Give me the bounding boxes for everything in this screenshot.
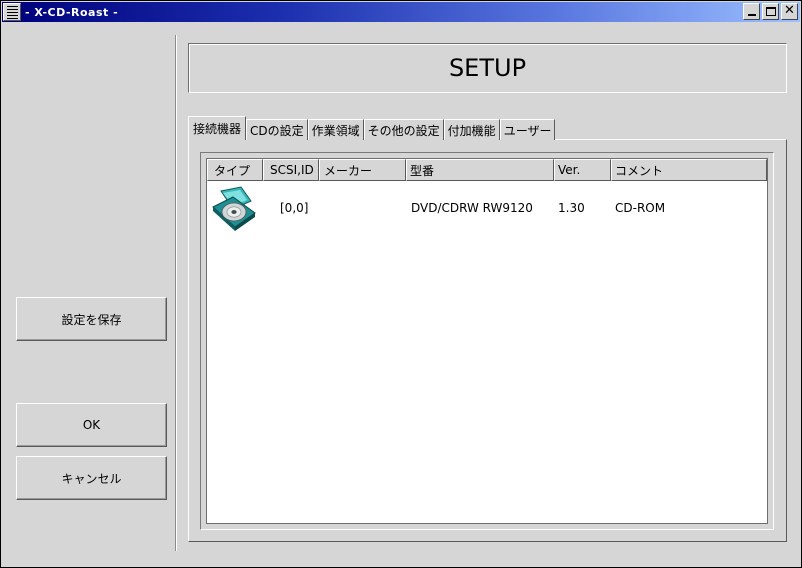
device-list[interactable]: タイプ SCSI,ID メーカー 型番 Ver. コメント [0,0] DVD/… (206, 158, 768, 524)
tab-other-settings[interactable]: その他の設定 (363, 119, 444, 140)
save-settings-button[interactable]: 設定を保存 (16, 297, 167, 341)
column-header-vendor[interactable]: メーカー (319, 159, 406, 181)
tab-users-label: ユーザー (503, 123, 552, 138)
cancel-label: キャンセル (61, 471, 122, 486)
ok-button[interactable]: OK (16, 403, 167, 447)
cell-comment: CD-ROM (615, 201, 666, 215)
cancel-button[interactable]: キャンセル (16, 456, 167, 500)
column-header-model-label: 型番 (410, 163, 435, 178)
maximize-icon (766, 7, 776, 16)
column-header-type-label: タイプ (214, 163, 251, 178)
setup-header: SETUP (188, 43, 787, 93)
window-title: - X-CD-Roast - (25, 5, 119, 19)
column-header-comment[interactable]: コメント (611, 159, 767, 181)
minimize-icon (748, 14, 756, 16)
tab-work-area[interactable]: 作業領域 (307, 119, 364, 140)
minimize-button[interactable] (743, 3, 760, 20)
column-header-comment-label: コメント (615, 163, 664, 178)
column-header-model[interactable]: 型番 (406, 159, 554, 181)
column-header-version-label: Ver. (558, 163, 581, 177)
maximize-button[interactable] (762, 3, 779, 20)
close-button[interactable]: ✕ (781, 3, 798, 20)
save-settings-label: 設定を保存 (61, 312, 122, 327)
column-header-type[interactable]: タイプ (207, 159, 263, 181)
column-header-vendor-label: メーカー (324, 163, 373, 178)
table-row[interactable]: [0,0] DVD/CDRW RW9120 1.30 CD-ROM (207, 183, 767, 235)
page-title: SETUP (448, 54, 527, 82)
tab-cd-settings-label: CDの設定 (250, 123, 304, 138)
tab-bar: 接続機器 CDの設定 作業領域 その他の設定 付加機能 ユーザー (188, 116, 556, 140)
close-icon: ✕ (784, 3, 795, 18)
tab-extras-label: 付加機能 (447, 123, 496, 138)
tab-other-settings-label: その他の設定 (367, 123, 440, 138)
app-window: - X-CD-Roast - ✕ 設定を保存 OK キャンセル SETUP 接続… (0, 0, 802, 568)
tab-work-area-label: 作業領域 (311, 123, 360, 138)
tab-devices-label: 接続機器 (193, 122, 242, 136)
tab-users[interactable]: ユーザー (499, 119, 556, 140)
cell-scsi-id: [0,0] (280, 201, 309, 215)
tab-devices[interactable]: 接続機器 (188, 116, 247, 140)
cell-version: 1.30 (558, 201, 585, 215)
window-menu-icon[interactable] (3, 3, 21, 21)
cell-model: DVD/CDRW RW9120 (411, 201, 533, 215)
sidebar-divider (175, 35, 177, 551)
tab-cd-settings[interactable]: CDの設定 (246, 119, 308, 140)
tab-extras[interactable]: 付加機能 (443, 119, 500, 140)
cdrom-drive-icon (212, 186, 256, 231)
device-list-header: タイプ SCSI,ID メーカー 型番 Ver. コメント (207, 159, 767, 181)
column-header-scsi-id-label: SCSI,ID (270, 163, 314, 177)
title-bar[interactable]: - X-CD-Roast - ✕ (2, 2, 800, 22)
column-header-version[interactable]: Ver. (554, 159, 611, 181)
column-header-scsi-id[interactable]: SCSI,ID (263, 159, 319, 181)
ok-label: OK (82, 418, 101, 432)
